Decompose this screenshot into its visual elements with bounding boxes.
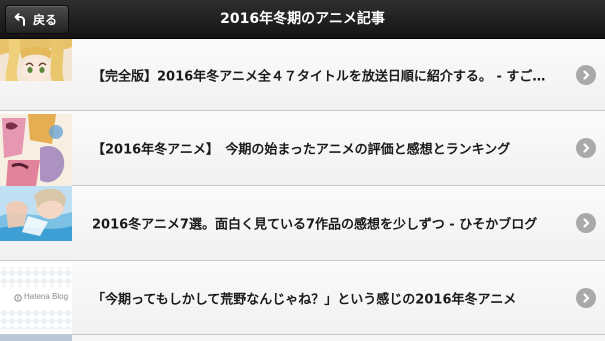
- article-title: 【完全版】2016年冬アニメ全４７タイトルを放送日順に紹介する。 - すごろくタ…: [92, 69, 557, 84]
- page-title: 2016年冬期のアニメ記事: [220, 11, 385, 27]
- article-list: 【完全版】2016年冬アニメ全４７タイトルを放送日順に紹介する。 - すごろくタ…: [0, 39, 605, 335]
- chevron-right-icon: [576, 138, 596, 158]
- article-thumbnail: [0, 186, 72, 241]
- article-thumbnail: Hatena Blog: [0, 261, 72, 335]
- article-thumbnail: [0, 114, 72, 186]
- back-button[interactable]: 戻る: [5, 5, 69, 34]
- chevron-right-icon: [576, 213, 596, 233]
- article-row[interactable]: 【2016年冬アニメ】 今期の始まったアニメの評価と感想とランキング: [0, 111, 605, 186]
- back-button-label: 戻る: [33, 13, 58, 27]
- article-row[interactable]: 【完全版】2016年冬アニメ全４７タイトルを放送日順に紹介する。 - すごろくタ…: [0, 39, 605, 111]
- article-title: 「今期ってもしかして荒野なんじゃね？」という感じの2016年冬アニメ: [92, 292, 517, 307]
- article-row[interactable]: 2016冬アニメ7選。面白く見ている7作品の感想を少しずつ - ひそかブログ: [0, 186, 605, 261]
- chevron-right-icon: [576, 287, 596, 308]
- article-title: 【2016年冬アニメ】 今期の始まったアニメの評価と感想とランキング: [92, 142, 511, 158]
- article-row[interactable]: Hatena Blog 「今期ってもしかして荒野なんじゃね？」という感じの201…: [0, 261, 605, 335]
- chevron-right-icon: [576, 64, 596, 85]
- article-thumbnail: [0, 39, 72, 81]
- back-arrow-icon: [14, 12, 25, 26]
- hatena-blog-logo: Hatena Blog: [24, 292, 69, 301]
- navigation-bar: 戻る 2016年冬期のアニメ記事: [0, 0, 605, 39]
- article-thumbnail: [0, 335, 72, 341]
- article-title: 2016冬アニメ7選。面白く見ている7作品の感想を少しずつ - ひそかブログ: [92, 217, 538, 233]
